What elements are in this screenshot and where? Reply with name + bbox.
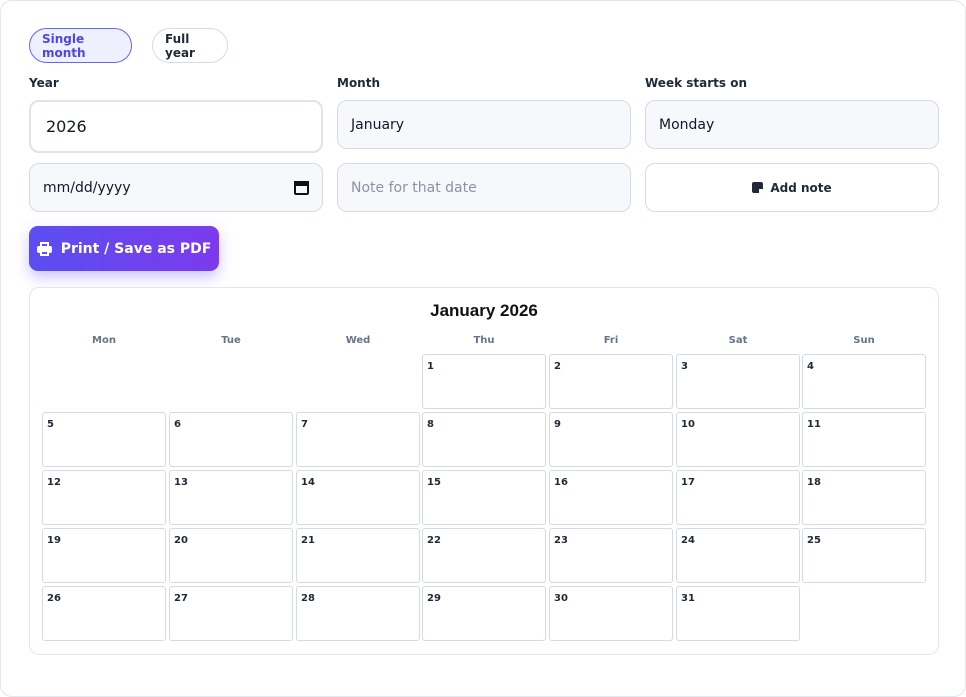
weekday-header: Wed [345, 335, 371, 346]
day-cell[interactable]: 2 [549, 354, 673, 409]
day-number: 25 [807, 535, 821, 546]
day-cell[interactable]: 17 [676, 470, 800, 525]
full-year-button[interactable]: Full year [152, 28, 228, 63]
month-select[interactable]: January [337, 100, 631, 149]
day-number: 19 [47, 535, 61, 546]
day-cell[interactable]: 15 [422, 470, 546, 525]
day-number: 13 [174, 477, 188, 488]
day-cell[interactable]: 26 [42, 586, 166, 641]
day-number: 21 [301, 535, 315, 546]
day-number: 6 [174, 419, 181, 430]
day-cell[interactable]: 30 [549, 586, 673, 641]
month-select-value: January [351, 116, 405, 133]
day-number: 24 [681, 535, 695, 546]
day-cell[interactable]: 7 [296, 412, 420, 467]
note-date-input[interactable]: mm/dd/yyyy [29, 163, 323, 212]
weekday-header: Thu [473, 335, 495, 346]
year-label: Year [29, 76, 59, 90]
day-number: 16 [554, 477, 568, 488]
note-text-input[interactable]: Note for that date [337, 163, 631, 212]
year-input[interactable]: 2026 [29, 100, 323, 153]
day-number: 20 [174, 535, 188, 546]
day-number: 26 [47, 593, 61, 604]
day-cell[interactable]: 27 [169, 586, 293, 641]
day-cell[interactable]: 21 [296, 528, 420, 583]
single-month-button[interactable]: Single month [29, 28, 132, 63]
day-cell[interactable]: 22 [422, 528, 546, 583]
day-cell[interactable]: 24 [676, 528, 800, 583]
day-number: 11 [807, 419, 821, 430]
day-number: 1 [427, 361, 434, 372]
day-cell[interactable]: 3 [676, 354, 800, 409]
day-cell[interactable]: 28 [296, 586, 420, 641]
day-number: 14 [301, 477, 315, 488]
day-number: 22 [427, 535, 441, 546]
day-cell[interactable]: 31 [676, 586, 800, 641]
print-save-pdf-button[interactable]: Print / Save as PDF [29, 226, 219, 271]
day-number: 27 [174, 593, 188, 604]
day-cell[interactable]: 14 [296, 470, 420, 525]
weekday-header: Mon [92, 335, 116, 346]
sticky-note-icon [752, 182, 764, 193]
day-number: 10 [681, 419, 695, 430]
weekday-header: Tue [221, 335, 241, 346]
day-cell[interactable]: 9 [549, 412, 673, 467]
weekday-header: Sun [853, 335, 875, 346]
day-cell[interactable]: 4 [802, 354, 926, 409]
calendar-generator-card: Single month Full year Year Month Week s… [0, 0, 966, 697]
weekday-header: Fri [603, 335, 619, 346]
day-cell[interactable]: 6 [169, 412, 293, 467]
day-cell[interactable]: 10 [676, 412, 800, 467]
day-cell[interactable]: 29 [422, 586, 546, 641]
day-number: 7 [301, 419, 308, 430]
print-button-label: Print / Save as PDF [60, 240, 212, 257]
add-note-button[interactable]: Add note [645, 163, 939, 212]
printer-icon [36, 241, 52, 256]
day-cell[interactable]: 18 [802, 470, 926, 525]
date-placeholder: mm/dd/yyyy [43, 179, 131, 196]
day-cell[interactable]: 12 [42, 470, 166, 525]
calendar-icon[interactable] [294, 180, 309, 195]
day-cell[interactable]: 13 [169, 470, 293, 525]
day-number: 31 [681, 593, 695, 604]
day-cell[interactable]: 19 [42, 528, 166, 583]
day-cell[interactable]: 25 [802, 528, 926, 583]
day-number: 15 [427, 477, 441, 488]
day-cell[interactable]: 1 [422, 354, 546, 409]
day-number: 17 [681, 477, 695, 488]
day-number: 2 [554, 361, 561, 372]
day-cell[interactable]: 11 [802, 412, 926, 467]
calendar-title: January 2026 [430, 301, 538, 320]
week-start-select[interactable]: Monday [645, 100, 939, 149]
week-start-select-value: Monday [659, 116, 715, 133]
day-number: 4 [807, 361, 814, 372]
day-cell[interactable]: 5 [42, 412, 166, 467]
day-cell[interactable]: 23 [549, 528, 673, 583]
day-number: 9 [554, 419, 561, 430]
day-number: 30 [554, 593, 568, 604]
day-cell[interactable]: 20 [169, 528, 293, 583]
day-cell[interactable]: 16 [549, 470, 673, 525]
day-number: 8 [427, 419, 434, 430]
day-number: 29 [427, 593, 441, 604]
add-note-label: Add note [770, 180, 832, 195]
note-placeholder: Note for that date [351, 179, 477, 196]
year-input-value: 2026 [46, 117, 87, 136]
day-number: 12 [47, 477, 61, 488]
month-label: Month [337, 76, 381, 90]
day-number: 18 [807, 477, 821, 488]
weekday-header: Sat [728, 335, 748, 346]
view-mode-toggle: Single month Full year [29, 28, 228, 63]
week-start-label: Week starts on [645, 76, 747, 90]
day-number: 28 [301, 593, 315, 604]
calendar-panel: January 2026 Mon Tue Wed Thu Fri Sat Sun 1 2 3 4 5 6… [29, 287, 939, 655]
day-number: 3 [681, 361, 688, 372]
day-number: 5 [47, 419, 54, 430]
day-number: 23 [554, 535, 568, 546]
day-cell[interactable]: 8 [422, 412, 546, 467]
